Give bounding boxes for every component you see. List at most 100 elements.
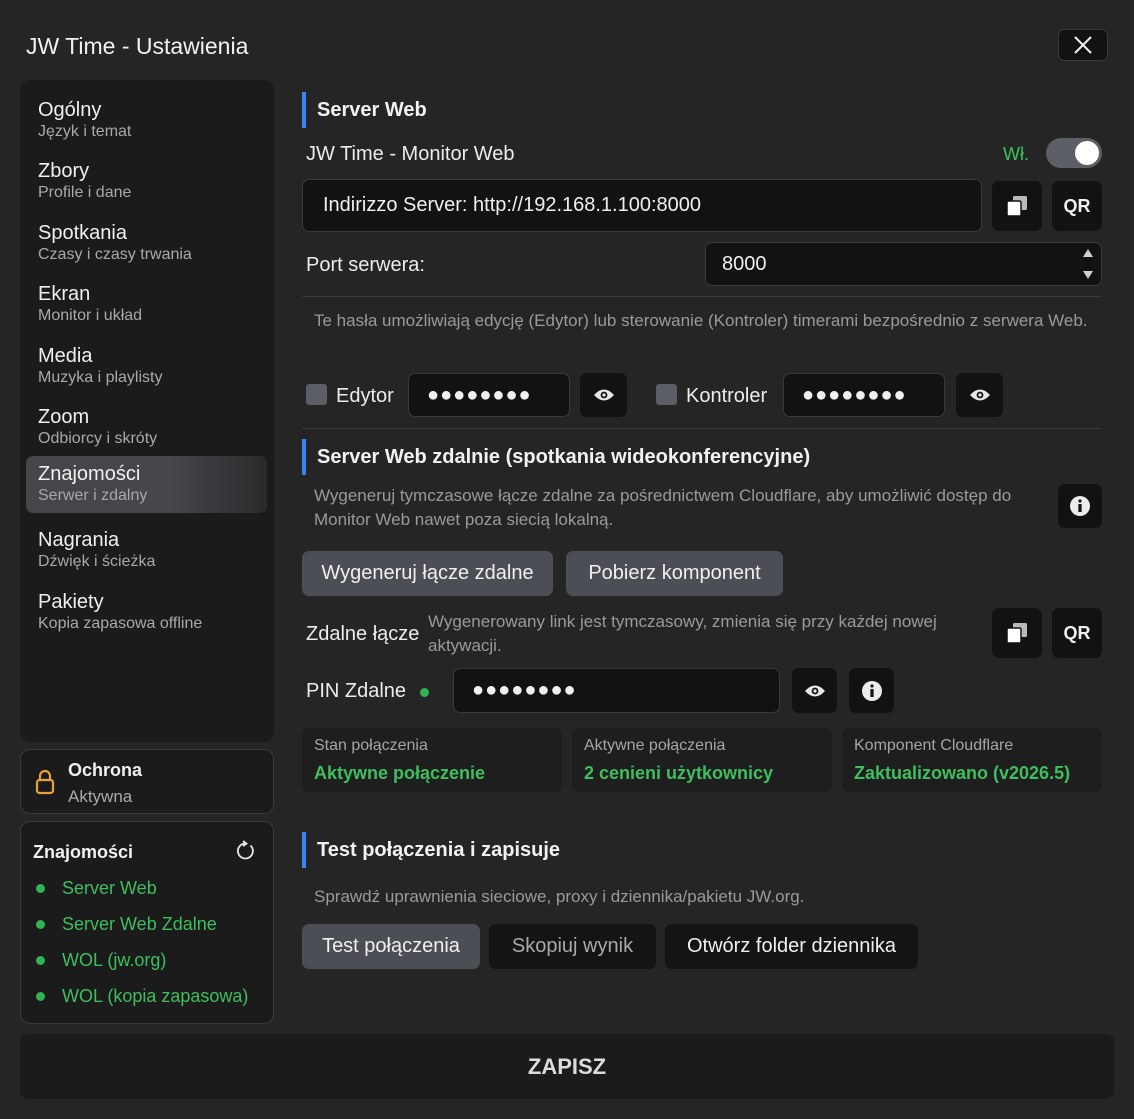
status-dot xyxy=(36,992,45,1001)
server-address-field[interactable]: Indirizzo Server: http://192.168.1.100:8… xyxy=(302,179,982,232)
remote-link-note: Wygenerowany link jest tymczasowy, zmien… xyxy=(428,612,937,655)
status-item: Server Web Zdalne xyxy=(36,914,217,935)
nav-item-meetings[interactable]: Spotkania Czasy i czasy trwania xyxy=(26,215,267,272)
info-icon xyxy=(1070,496,1090,516)
nav-item-label: Pakiety xyxy=(38,591,104,613)
copy-remote-link-button[interactable] xyxy=(992,608,1042,658)
stat-value: Zaktualizowano (v2026.5) xyxy=(854,763,1071,783)
show-controller-password-button[interactable] xyxy=(956,373,1003,417)
nav-item-recordings[interactable]: Nagrania Dźwięk i ścieżka xyxy=(26,522,267,579)
port-spinbox[interactable]: 8000 xyxy=(705,242,1102,286)
status-item: WOL (jw.org) xyxy=(36,950,166,971)
protection-title: Ochrona xyxy=(68,760,143,780)
copy-result-button[interactable]: Skopiuj wynik xyxy=(489,924,656,969)
port-label: Port serwera: xyxy=(306,254,425,276)
stat-cloudflare-component: Komponent Cloudflare Zaktualizowano (v20… xyxy=(842,728,1102,792)
nav-item-sub: Monitor i układ xyxy=(38,307,143,324)
section-heading-web-server: Server Web xyxy=(302,92,427,128)
remote-pin-label: PIN Zdalne xyxy=(306,680,407,702)
save-button[interactable]: ZAPISZ xyxy=(20,1034,1114,1099)
settings-nav: Ogólny Język i temat Zbory Profile i dan… xyxy=(20,80,274,742)
remote-info-button[interactable] xyxy=(1058,484,1102,528)
toggle-state-label: Wł. xyxy=(1003,144,1029,164)
server-address-text: Indirizzo Server: http://192.168.1.100:8… xyxy=(323,194,702,216)
pin-info-button[interactable] xyxy=(849,668,894,713)
nav-item-label: Ekran xyxy=(38,283,91,305)
show-pin-button[interactable] xyxy=(792,668,837,713)
copy-icon xyxy=(1006,623,1027,644)
nav-item-label: Ogólny xyxy=(38,99,102,121)
nav-item-packages[interactable]: Pakiety Kopia zapasowa offline xyxy=(26,584,267,641)
window-title: JW Time - Ustawienia xyxy=(26,33,249,59)
stat-label: Komponent Cloudflare xyxy=(854,737,1014,754)
remote-pin-value: ●●●●●●●● xyxy=(472,679,577,701)
nav-item-label: Spotkania xyxy=(38,222,127,244)
qr-button[interactable]: QR xyxy=(1052,181,1102,231)
open-log-folder-button[interactable]: Otwórz folder dziennika xyxy=(665,924,918,969)
refresh-icon[interactable] xyxy=(234,840,256,862)
show-editor-password-button[interactable] xyxy=(580,373,627,417)
pin-status-dot xyxy=(420,688,429,697)
nav-item-sub: Serwer i zdalny xyxy=(38,487,148,504)
nav-item-label: Znajomości xyxy=(38,463,141,485)
stat-value: 2 cenieni użytkownicy xyxy=(584,763,774,783)
copy-icon xyxy=(1006,196,1027,217)
spin-down-icon[interactable] xyxy=(1083,271,1093,279)
stat-label: Stan połączenia xyxy=(314,737,428,754)
editor-password-field[interactable]: ●●●●●●●● xyxy=(408,373,570,417)
nav-item-media[interactable]: Media Muzyka i playlisty xyxy=(26,338,267,395)
toggle-knob xyxy=(1075,141,1099,165)
remote-pin-field[interactable]: ●●●●●●●● xyxy=(453,668,780,713)
editor-checkbox[interactable] xyxy=(306,384,327,405)
nav-item-sub: Muzyka i playlisty xyxy=(38,369,163,386)
nav-item-label: Zbory xyxy=(38,160,90,182)
lock-icon xyxy=(35,769,55,795)
test-description: Sprawdź uprawnienia sieciowe, proxy i dz… xyxy=(314,887,805,906)
nav-item-display[interactable]: Ekran Monitor i układ xyxy=(26,276,267,333)
status-dot xyxy=(36,920,45,929)
generate-remote-link-button[interactable]: Wygeneruj łącze zdalne xyxy=(302,551,553,596)
close-button[interactable] xyxy=(1058,29,1108,61)
controller-checkbox[interactable] xyxy=(656,384,677,405)
password-note: Te hasła umożliwiają edycję (Edytor) lub… xyxy=(314,311,1088,330)
remote-qr-button[interactable]: QR xyxy=(1052,608,1102,658)
divider xyxy=(302,296,1102,297)
test-connection-button[interactable]: Test połączenia xyxy=(302,924,480,969)
status-item: Server Web xyxy=(36,878,157,899)
protection-status[interactable]: Ochrona Aktywna xyxy=(20,749,274,814)
status-dot xyxy=(36,884,45,893)
spin-up-icon[interactable] xyxy=(1083,249,1093,257)
nav-item-sub: Profile i dane xyxy=(38,184,132,201)
nav-item-sub: Czasy i czasy trwania xyxy=(38,246,192,263)
controller-password-field[interactable]: ●●●●●●●● xyxy=(783,373,945,417)
editor-password-value: ●●●●●●●● xyxy=(427,383,532,406)
nav-item-sub: Kopia zapasowa offline xyxy=(38,615,203,632)
monitor-web-label: JW Time - Monitor Web xyxy=(306,143,515,165)
nav-item-label: Nagrania xyxy=(38,529,120,551)
nav-item-general[interactable]: Ogólny Język i temat xyxy=(26,92,267,149)
section-heading-remote: Server Web zdalnie (spotkania wideokonfe… xyxy=(302,439,810,475)
nav-item-sub: Dźwięk i ścieżka xyxy=(38,553,156,570)
nav-item-zoom[interactable]: Zoom Odbiorcy i skróty xyxy=(26,399,267,456)
status-item: WOL (kopia zapasowa) xyxy=(36,986,248,1007)
copy-address-button[interactable] xyxy=(992,181,1042,231)
connection-status-panel: Znajomości Server Web Server Web Zdalne … xyxy=(20,821,274,1024)
stat-label: Aktywne połączenia xyxy=(584,737,726,754)
download-component-button[interactable]: Pobierz komponent xyxy=(566,551,783,596)
status-dot xyxy=(36,956,45,965)
divider xyxy=(302,428,1102,429)
remote-description: Wygeneruj tymczasowe łącze zdalne za poś… xyxy=(314,486,1012,529)
close-icon xyxy=(1074,36,1092,54)
eye-icon xyxy=(593,389,614,401)
status-panel-title: Znajomości xyxy=(33,842,134,862)
nav-item-congregations[interactable]: Zbory Profile i dane xyxy=(26,153,267,210)
nav-item-label: Zoom xyxy=(38,406,90,428)
eye-icon xyxy=(804,685,825,696)
stat-value: Aktywne połączenie xyxy=(314,763,486,783)
port-value: 8000 xyxy=(722,252,767,275)
section-heading-test: Test połączenia i zapisuje xyxy=(302,832,560,868)
eye-icon xyxy=(969,389,990,401)
web-server-toggle[interactable] xyxy=(1046,138,1102,168)
nav-item-connections[interactable]: Znajomości Serwer i zdalny xyxy=(26,456,267,513)
controller-label: Kontroler xyxy=(686,385,768,407)
